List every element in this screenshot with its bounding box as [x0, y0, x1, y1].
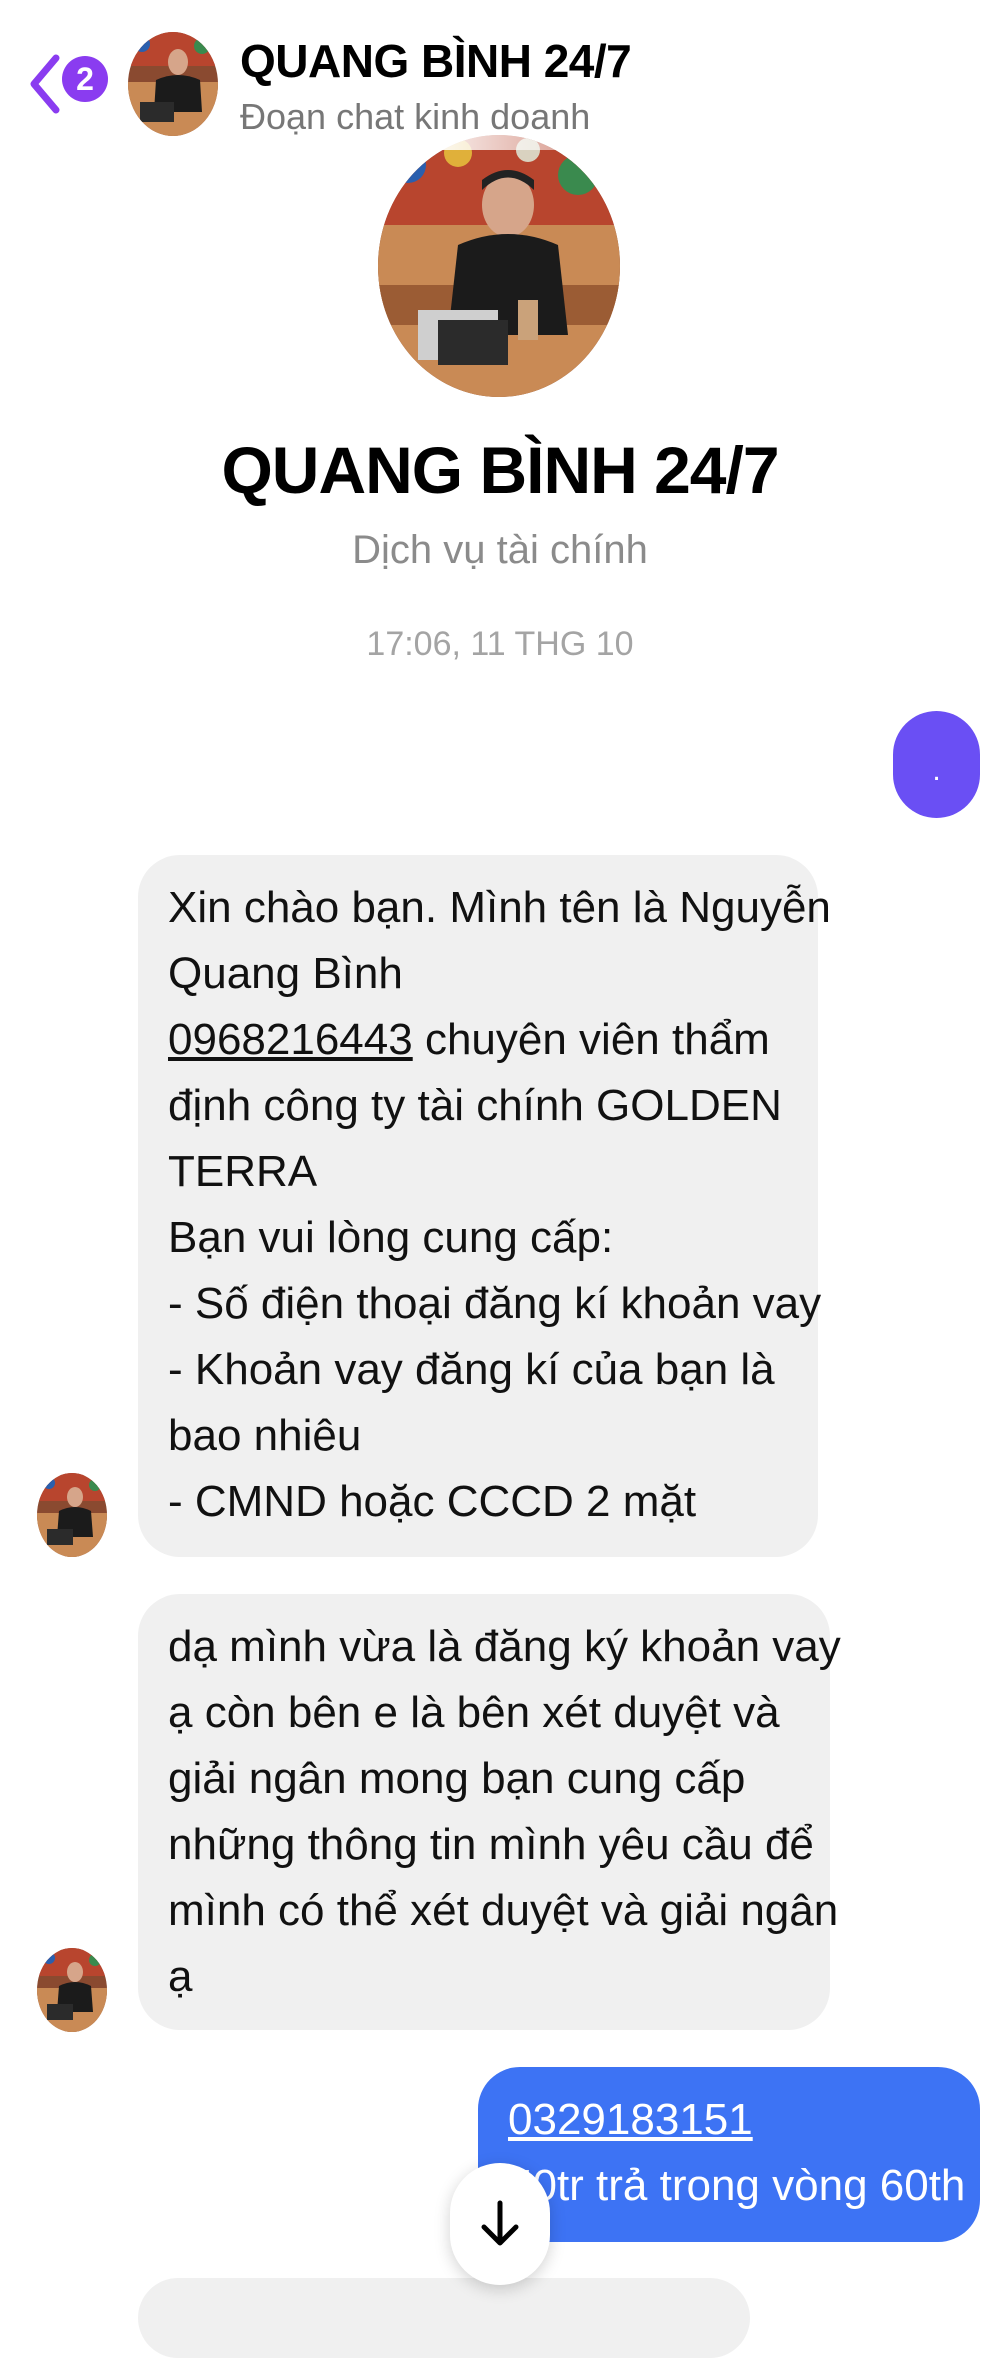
message-line: - CMND hoặc CCCD 2 mặt: [168, 1477, 697, 1526]
message-line: Bạn vui lòng cung cấp:: [168, 1213, 614, 1262]
message-text: chuyên viên thẩm: [412, 1015, 770, 1064]
sent-message-dot[interactable]: .: [893, 711, 980, 818]
message-line: những thông tin mình yêu cầu để: [168, 1820, 814, 1869]
header-subtitle: Đoạn chat kinh doanh: [240, 96, 591, 137]
message-line: giải ngân mong bạn cung cấp: [168, 1754, 746, 1803]
profile-category: Dịch vụ tài chính: [352, 528, 648, 572]
message-line: TERRA: [168, 1147, 318, 1196]
back-button[interactable]: 2: [28, 50, 108, 120]
message-line: - Khoản vay đăng kí của bạn là: [168, 1345, 775, 1394]
incoming-message[interactable]: Xin chào bạn. Mình tên là Nguyễn Quang B…: [138, 855, 831, 1557]
message-line: định công ty tài chính GOLDEN: [168, 1081, 782, 1130]
message-line: 0968216443 chuyên viên thẩm: [168, 1007, 788, 1073]
incoming-message-partial[interactable]: [138, 2278, 750, 2358]
message-line: ạ còn bên e là bên xét duyệt và: [168, 1688, 780, 1737]
header-title: QUANG BÌNH 24/7: [240, 35, 632, 87]
incoming-message[interactable]: dạ mình vừa là đăng ký khoản vay ạ còn b…: [138, 1594, 841, 2030]
chat-header: 2 QUANG BÌNH 24/7 Đoạn chat kinh doanh: [0, 0, 720, 150]
unread-count-badge: 2: [62, 56, 108, 102]
sender-avatar[interactable]: [37, 1948, 107, 2032]
message-line: dạ mình vừa là đăng ký khoản vay: [168, 1622, 841, 1671]
scroll-to-bottom-button[interactable]: [450, 2163, 550, 2285]
phone-link[interactable]: 0329183151: [508, 2087, 950, 2153]
sender-avatar[interactable]: [37, 1473, 107, 1557]
message-line: - Số điện thoại đăng kí khoản vay: [168, 1279, 822, 1328]
message-timestamp: 17:06, 11 THG 10: [366, 625, 634, 663]
phone-link[interactable]: 0968216443: [168, 1015, 413, 1064]
header-avatar[interactable]: [128, 32, 218, 136]
outgoing-message[interactable]: 0329183151 50tr trả trong vòng 60th: [478, 2067, 980, 2242]
message-line: bao nhiêu: [168, 1411, 362, 1460]
sent-dot-text: .: [932, 754, 941, 787]
message-line: mình có thể xét duyệt và giải ngân: [168, 1886, 839, 1935]
chevron-left-icon: [30, 54, 60, 114]
message-line: ạ: [168, 1952, 193, 2001]
message-line: Quang Bình: [168, 949, 403, 998]
message-line: Xin chào bạn. Mình tên là Nguyễn: [168, 883, 831, 932]
arrow-down-icon: [481, 2200, 519, 2246]
message-line: 50tr trả trong vòng 60th: [508, 2161, 966, 2210]
profile-name: QUANG BÌNH 24/7: [221, 433, 779, 507]
profile-avatar[interactable]: [378, 135, 620, 397]
